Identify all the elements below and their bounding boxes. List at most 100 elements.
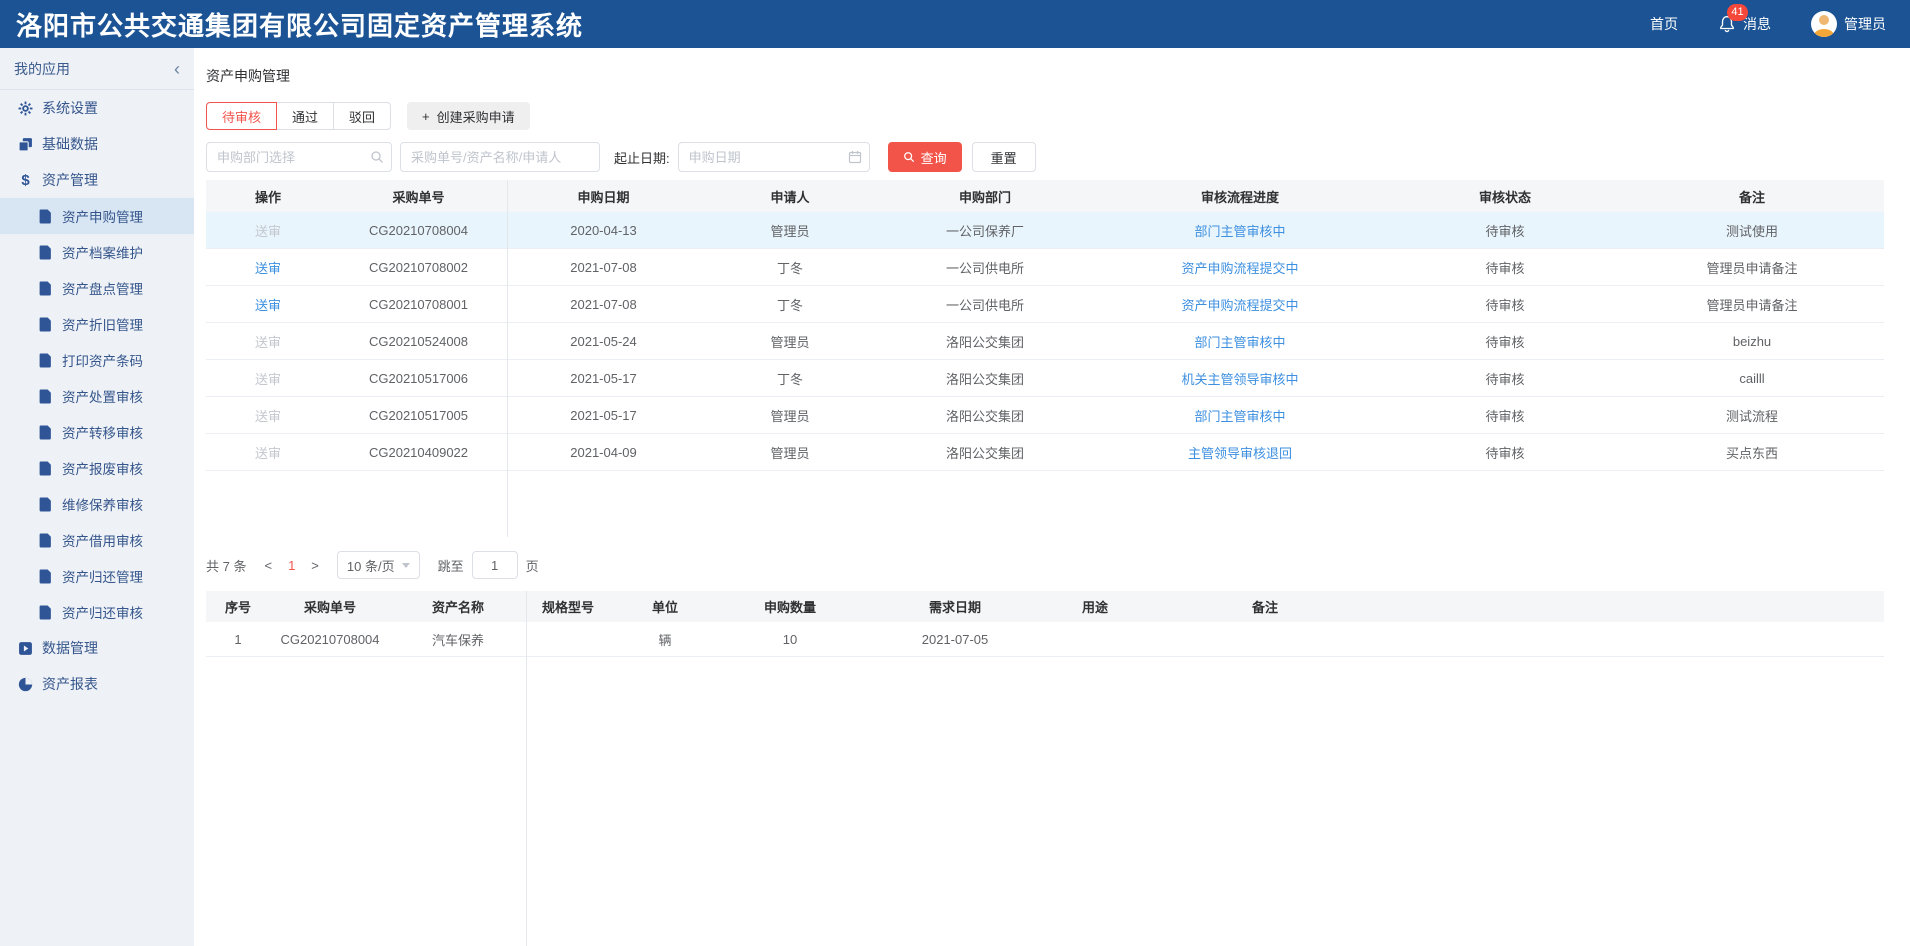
date-range-label: 起止日期: bbox=[614, 148, 670, 167]
cell-remark: 测试使用 bbox=[1726, 221, 1778, 240]
sidebar-item-资产转移审核[interactable]: 资产转移审核 bbox=[0, 414, 194, 450]
detail-table-body: 1CG20210708004汽车保养辆102021-07-05 bbox=[206, 622, 1884, 657]
sidebar-item-维修保养审核[interactable]: 维修保养审核 bbox=[0, 486, 194, 522]
flow-status-link[interactable]: 资产申购流程提交中 bbox=[1181, 295, 1298, 314]
sidebar-item-资产归还审核[interactable]: 资产归还审核 bbox=[0, 594, 194, 630]
cell-review-status: 待审核 bbox=[1390, 323, 1620, 359]
prev-page-icon[interactable]: < bbox=[256, 558, 280, 573]
bell-icon: 41 bbox=[1718, 15, 1736, 33]
detail-column-header: 采购单号 bbox=[270, 591, 390, 622]
page-size-select[interactable]: 10 条/页 bbox=[337, 551, 420, 579]
table-row[interactable]: 送审CG202105170052021-05-17管理员洛阳公交集团部门主管审核… bbox=[206, 397, 1884, 434]
flow-status-link[interactable]: 部门主管审核中 bbox=[1194, 332, 1285, 351]
detail-fixed-column-divider bbox=[526, 591, 527, 946]
dept-select-input[interactable] bbox=[206, 142, 392, 172]
sidebar-item-资产管理[interactable]: $资产管理 bbox=[0, 162, 194, 198]
sidebar-item-资产盘点管理[interactable]: 资产盘点管理 bbox=[0, 270, 194, 306]
sidebar-item-资产报表[interactable]: 资产报表 bbox=[0, 666, 194, 702]
column-header: 申请人 bbox=[700, 180, 880, 212]
sidebar-item-基础数据[interactable]: 基础数据 bbox=[0, 126, 194, 162]
query-button[interactable]: 查询 bbox=[888, 142, 962, 172]
cell-unit: 辆 bbox=[610, 622, 720, 656]
send-review-link[interactable]: 送审 bbox=[255, 258, 281, 277]
cell-review-status: 待审核 bbox=[1485, 369, 1524, 388]
sidebar-item-资产档案维护[interactable]: 资产档案维护 bbox=[0, 234, 194, 270]
tab-待审核[interactable]: 待审核 bbox=[206, 102, 277, 130]
table-row[interactable]: 送审CG202105240082021-05-24管理员洛阳公交集团部门主管审核… bbox=[206, 323, 1884, 360]
cell-spec bbox=[526, 622, 610, 656]
sidebar-item-资产处置审核[interactable]: 资产处置审核 bbox=[0, 378, 194, 414]
sidebar-item-系统设置[interactable]: 系统设置 bbox=[0, 90, 194, 126]
cell-applicant: 丁冬 bbox=[700, 249, 880, 285]
sidebar-item-label: 资产档案维护 bbox=[62, 242, 143, 262]
cell-seq: 1 bbox=[206, 622, 270, 656]
cell-review-status: 待审核 bbox=[1485, 221, 1524, 240]
cell-department: 一公司供电所 bbox=[880, 286, 1090, 322]
user-name-label: 管理员 bbox=[1844, 14, 1886, 34]
sidebar-item-资产折旧管理[interactable]: 资产折旧管理 bbox=[0, 306, 194, 342]
flow-status-link[interactable]: 部门主管审核中 bbox=[1194, 406, 1285, 425]
cell-order-no: CG20210517005 bbox=[330, 397, 507, 433]
sidebar-item-打印资产条码[interactable]: 打印资产条码 bbox=[0, 342, 194, 378]
nav-home[interactable]: 首页 bbox=[1650, 14, 1678, 34]
purchase-date-input[interactable] bbox=[678, 142, 870, 172]
cell-review-status: 待审核 bbox=[1485, 332, 1524, 351]
cell-filler bbox=[1390, 622, 1884, 656]
column-header: 审核流程进度 bbox=[1090, 180, 1390, 212]
app-title: 洛阳市公共交通集团有限公司固定资产管理系统 bbox=[16, 6, 583, 43]
tab-驳回[interactable]: 驳回 bbox=[333, 102, 391, 130]
send-review-link[interactable]: 送审 bbox=[255, 295, 281, 314]
reset-button[interactable]: 重置 bbox=[972, 142, 1036, 172]
table-row[interactable]: 送审CG202104090222021-04-09管理员洛阳公交集团主管领导审核… bbox=[206, 434, 1884, 471]
send-review-link: 送审 bbox=[206, 323, 330, 359]
doc-icon bbox=[38, 389, 53, 404]
cell-review-status: 待审核 bbox=[1485, 258, 1524, 277]
sidebar-item-label: 数据管理 bbox=[42, 638, 98, 658]
cell-purchase-date: 2021-07-08 bbox=[570, 297, 637, 312]
page-title: 资产申购管理 bbox=[206, 66, 1884, 86]
cell-purchase-date: 2020-04-13 bbox=[570, 223, 637, 238]
sidebar-item-资产借用审核[interactable]: 资产借用审核 bbox=[0, 522, 194, 558]
user-menu[interactable]: 管理员 bbox=[1811, 11, 1886, 37]
sidebar-item-数据管理[interactable]: 数据管理 bbox=[0, 630, 194, 666]
flow-status-link[interactable]: 主管领导审核退回 bbox=[1188, 443, 1292, 462]
cell-order-no: CG20210708001 bbox=[369, 297, 468, 312]
cell-department: 洛阳公交集团 bbox=[880, 397, 1090, 433]
nav-messages[interactable]: 41 消息 bbox=[1718, 14, 1771, 34]
cell-remark: 买点东西 bbox=[1726, 443, 1778, 462]
sidebar-collapse-icon[interactable]: ‹ bbox=[174, 60, 180, 78]
cell-applicant: 管理员 bbox=[700, 434, 880, 470]
jump-page-input[interactable] bbox=[472, 551, 518, 579]
sidebar-item-资产申购管理[interactable]: 资产申购管理 bbox=[0, 198, 194, 234]
detail-column-header: 单位 bbox=[610, 591, 720, 622]
sidebar-item-label: 资产借用审核 bbox=[62, 530, 143, 550]
table-row[interactable]: 送审CG202107080012021-07-08丁冬一公司供电所资产申购流程提… bbox=[206, 286, 1884, 323]
column-header: 申购日期 bbox=[507, 180, 700, 212]
sidebar-item-资产报废审核[interactable]: 资产报废审核 bbox=[0, 450, 194, 486]
create-purchase-button[interactable]: + 创建采购申请 bbox=[407, 102, 530, 130]
page-number-1[interactable]: 1 bbox=[280, 558, 303, 573]
copy-icon bbox=[18, 137, 33, 152]
plus-icon: + bbox=[422, 109, 430, 124]
cell-applicant: 管理员 bbox=[770, 406, 809, 425]
cell-purchase-date: 2021-05-17 bbox=[507, 360, 700, 396]
detail-column-header: 申购数量 bbox=[720, 591, 860, 622]
pie-icon bbox=[18, 677, 33, 692]
flow-status-link[interactable]: 资产申购流程提交中 bbox=[1181, 258, 1298, 277]
cell-department: 洛阳公交集团 bbox=[946, 332, 1024, 351]
table-row[interactable]: 送审CG202105170062021-05-17丁冬洛阳公交集团机关主管领导审… bbox=[206, 360, 1884, 397]
search-icon bbox=[370, 150, 384, 164]
next-page-icon[interactable]: > bbox=[303, 558, 327, 573]
table-row[interactable]: 送审CG202107080042020-04-13管理员一公司保养厂部门主管审核… bbox=[206, 212, 1884, 249]
flow-status-link[interactable]: 机关主管领导审核中 bbox=[1181, 369, 1298, 388]
cell-applicant: 管理员 bbox=[700, 397, 880, 433]
keyword-input[interactable] bbox=[400, 142, 600, 172]
doc-icon bbox=[38, 281, 53, 296]
table-row[interactable]: 送审CG202107080022021-07-08丁冬一公司供电所资产申购流程提… bbox=[206, 249, 1884, 286]
flow-status-link[interactable]: 部门主管审核中 bbox=[1194, 221, 1285, 240]
header-filler bbox=[1390, 591, 1884, 622]
sidebar-item-资产归还管理[interactable]: 资产归还管理 bbox=[0, 558, 194, 594]
pagination-total: 共 7 条 bbox=[206, 556, 246, 575]
cell-order-no: CG20210409022 bbox=[369, 445, 468, 460]
tab-通过[interactable]: 通过 bbox=[276, 102, 334, 130]
